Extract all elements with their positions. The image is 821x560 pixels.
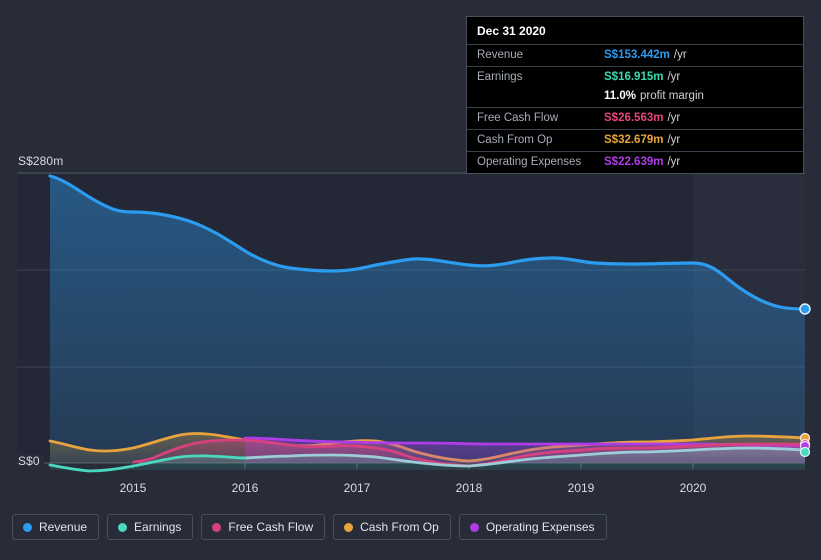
legend-dot-earnings-icon <box>118 522 128 532</box>
tooltip-label-cash-from-op: Cash From Op <box>477 134 553 146</box>
tooltip-value-profit-margin: 11.0% <box>604 90 636 102</box>
x-axis-label-2016: 2016 <box>231 481 259 495</box>
chart-legend: Revenue Earnings Free Cash Flow Cash Fro… <box>12 514 607 540</box>
tooltip-date: Dec 31 2020 <box>477 24 546 38</box>
legend-dot-revenue-icon <box>23 522 32 532</box>
tooltip-row-revenue: Revenue S$153.442m /yr <box>467 44 803 66</box>
tooltip-value-earnings: S$16.915m <box>604 71 664 83</box>
tooltip-unit-free-cash-flow: /yr <box>667 112 681 124</box>
legend-label-free-cash-flow: Free Cash Flow <box>228 520 314 534</box>
x-axis-label-2020: 2020 <box>679 481 707 495</box>
legend-item-revenue[interactable]: Revenue <box>12 514 100 540</box>
tooltip-value-revenue: S$153.442m <box>604 49 670 61</box>
legend-dot-operating-expenses-icon <box>469 522 479 532</box>
legend-item-earnings[interactable]: Earnings <box>107 514 194 540</box>
marker-revenue <box>799 303 811 315</box>
tooltip-value-cash-from-op: S$32.679m <box>604 134 664 146</box>
tooltip-unit-revenue: /yr <box>673 49 687 61</box>
legend-label-operating-expenses: Operating Expenses <box>485 520 595 534</box>
x-axis-label-2018: 2018 <box>455 481 483 495</box>
tooltip-row-cash-from-op: Cash From Op S$32.679m /yr <box>467 129 803 151</box>
tooltip-unit-profit-margin: profit margin <box>639 90 704 102</box>
x-axis-label-2019: 2019 <box>567 481 595 495</box>
legend-dot-free-cash-flow-icon <box>212 522 222 532</box>
chart-widget: S$280m S$0 2015 2016 2017 2018 2019 2020… <box>0 0 821 560</box>
tooltip-label-earnings: Earnings <box>477 71 523 83</box>
tooltip-label-operating-expenses: Operating Expenses <box>477 156 582 168</box>
legend-label-cash-from-op: Cash From Op <box>360 520 439 534</box>
tooltip-row-free-cash-flow: Free Cash Flow S$26.563m /yr <box>467 107 803 129</box>
tooltip-value-free-cash-flow: S$26.563m <box>604 112 664 124</box>
marker-earnings <box>799 446 811 458</box>
legend-item-free-cash-flow[interactable]: Free Cash Flow <box>201 514 326 540</box>
y-axis-label-top: S$280m <box>18 154 68 168</box>
tooltip-unit-earnings: /yr <box>667 71 681 83</box>
tooltip-unit-cash-from-op: /yr <box>667 134 681 146</box>
tooltip-label-free-cash-flow: Free Cash Flow <box>477 112 559 124</box>
chart-tooltip: Dec 31 2020 Revenue S$153.442m /yr Earni… <box>466 16 804 174</box>
legend-item-cash-from-op[interactable]: Cash From Op <box>333 514 451 540</box>
tooltip-row-profit-margin: 11.0% profit margin <box>467 88 803 107</box>
legend-item-operating-expenses[interactable]: Operating Expenses <box>458 514 607 540</box>
tooltip-label-revenue: Revenue <box>477 49 524 61</box>
x-axis-label-2015: 2015 <box>119 481 147 495</box>
tooltip-unit-operating-expenses: /yr <box>667 156 681 168</box>
legend-label-revenue: Revenue <box>39 520 88 534</box>
legend-dot-cash-from-op-icon <box>344 522 354 532</box>
tooltip-row-earnings: Earnings S$16.915m /yr <box>467 66 803 88</box>
y-axis-label-bottom: S$0 <box>18 454 44 468</box>
legend-label-earnings: Earnings <box>134 520 182 534</box>
x-axis-label-2017: 2017 <box>343 481 371 495</box>
tooltip-row-operating-expenses: Operating Expenses S$22.639m /yr <box>467 151 803 173</box>
tooltip-value-operating-expenses: S$22.639m <box>604 156 664 168</box>
